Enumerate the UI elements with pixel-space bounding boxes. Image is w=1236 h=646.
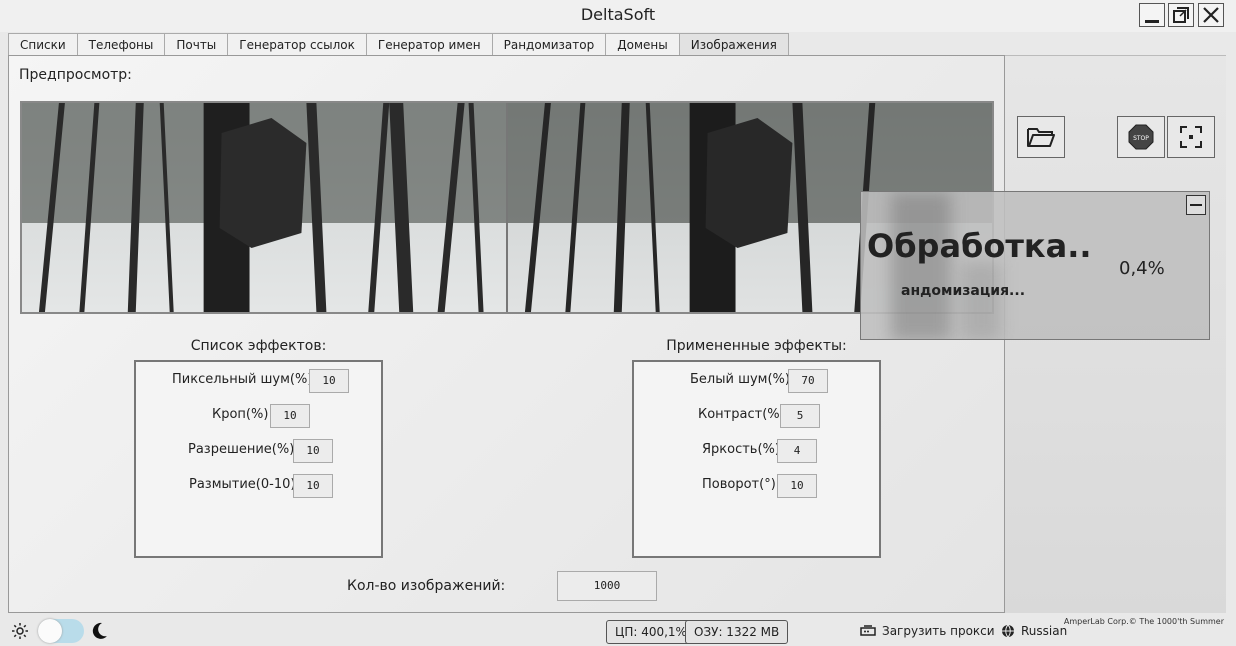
theme-toggle[interactable] — [38, 619, 84, 643]
applied-white-noise-label: Белый шум(%) — [690, 372, 790, 387]
minimize-button[interactable] — [1139, 3, 1165, 27]
overlay-blur-artifact-2 — [961, 262, 1001, 339]
restore-button[interactable] — [1168, 3, 1194, 27]
moon-icon[interactable] — [92, 622, 108, 640]
tab-lists[interactable]: Списки — [8, 33, 78, 56]
effects-list-title: Список эффектов: — [190, 338, 327, 354]
applied-rotation-label: Поворот(°) — [702, 477, 776, 492]
applied-contrast-label: Контраст(%) — [698, 407, 785, 422]
window-title: DeltaSoft — [580, 5, 656, 24]
preview-label: Предпросмотр: — [19, 67, 132, 83]
applied-brightness-value[interactable]: 4 — [777, 439, 817, 463]
tab-emails[interactable]: Почты — [164, 33, 229, 56]
image-preview — [20, 96, 994, 319]
processing-title: Обработка.. — [867, 227, 1092, 265]
effect-pixel-noise-value[interactable]: 10 — [309, 369, 349, 393]
image-count-input[interactable]: 1000 — [557, 571, 657, 601]
tab-name-generator[interactable]: Генератор имен — [365, 33, 493, 56]
minimize-icon — [1145, 19, 1159, 23]
cpu-usage: ЦП: 400,1% — [606, 620, 696, 644]
overlay-blur-artifact — [891, 192, 951, 339]
load-proxy-button[interactable]: Загрузить прокси — [860, 624, 995, 638]
stop-sign-icon: STOP — [1128, 124, 1154, 150]
tab-bar: Списки Телефоны Почты Генератор ссылок Г… — [8, 33, 789, 56]
tab-randomizer[interactable]: Рандомизатор — [491, 33, 607, 56]
processing-subtitle: андомизация... — [901, 283, 1026, 299]
language-selector[interactable]: Russian — [1001, 624, 1067, 638]
tab-domains[interactable]: Домены — [605, 33, 680, 56]
effect-crop-value[interactable]: 10 — [270, 404, 310, 428]
load-proxy-label: Загрузить прокси — [882, 624, 995, 638]
globe-icon — [1002, 624, 1014, 638]
applied-white-noise-value[interactable]: 70 — [788, 369, 828, 393]
folder-open-icon — [1027, 128, 1055, 147]
effect-resolution-label: Разрешение(%) — [188, 442, 295, 457]
effects-list-box: Пиксельный шум(%) 10 Кроп(%) 10 Разрешен… — [134, 360, 383, 558]
theme-toggle-knob — [38, 619, 62, 643]
open-folder-button[interactable] — [1017, 116, 1065, 158]
tab-images[interactable]: Изображения — [678, 33, 789, 56]
restore-icon — [1173, 7, 1189, 23]
minus-icon — [1190, 204, 1202, 206]
applied-rotation-value[interactable]: 10 — [777, 474, 817, 498]
effect-resolution-value[interactable]: 10 — [293, 439, 333, 463]
effect-crop-label: Кроп(%) — [212, 407, 269, 422]
processing-overlay: Обработка.. 0,4% андомизация... — [860, 191, 1210, 340]
proxy-icon — [860, 625, 876, 636]
fullscreen-button[interactable] — [1167, 116, 1215, 158]
images-panel: Предпросмотр: Список эффектов: Пиксельны… — [8, 55, 1005, 613]
title-bar: DeltaSoft — [0, 0, 1236, 32]
copyright-text: AmperLab Corp.© The 1000'th Summer — [1063, 617, 1224, 626]
close-icon — [1203, 7, 1219, 23]
status-bar: ЦП: 400,1% ОЗУ: 1322 MB Загрузить прокси… — [0, 615, 1236, 646]
effect-blur-label: Размытие(0-10) — [189, 477, 296, 492]
tab-phones[interactable]: Телефоны — [76, 33, 166, 56]
image-count-label: Кол-во изображений: — [347, 578, 506, 594]
ram-usage: ОЗУ: 1322 MB — [685, 620, 789, 644]
tab-link-generator[interactable]: Генератор ссылок — [227, 33, 367, 56]
applied-contrast-value[interactable]: 5 — [780, 404, 820, 428]
applied-brightness-label: Яркость(%) — [702, 442, 780, 457]
applied-effects-box: Белый шум(%) 70 Контраст(%) 5 Яркость(%)… — [632, 360, 881, 558]
language-label: Russian — [1021, 624, 1068, 638]
stop-button[interactable]: STOP — [1117, 116, 1165, 158]
preview-original-image — [22, 96, 508, 319]
fullscreen-icon — [1180, 126, 1202, 148]
applied-effects-title: Примененные эффекты: — [666, 338, 847, 354]
processing-percent: 0,4% — [1119, 258, 1165, 279]
effect-blur-value[interactable]: 10 — [293, 474, 333, 498]
svg-text:STOP: STOP — [1133, 135, 1149, 142]
sun-icon[interactable] — [12, 623, 28, 639]
close-button[interactable] — [1198, 3, 1224, 27]
effect-pixel-noise-label: Пиксельный шум(%) — [172, 372, 313, 387]
overlay-minimize-button[interactable] — [1186, 195, 1206, 215]
